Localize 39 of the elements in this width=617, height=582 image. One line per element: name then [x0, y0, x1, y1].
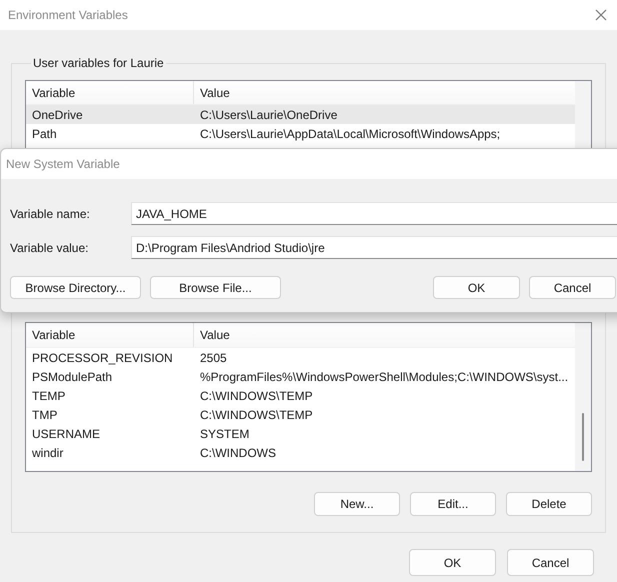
button[interactable]: Edit... — [410, 492, 496, 516]
variable-value: C:\Users\Laurie\AppData\Local\Microsoft\WindowsApps; — [199, 126, 500, 142]
variable-name: windir — [31, 444, 64, 462]
button[interactable]: New... — [314, 492, 400, 516]
variable-value: SYSTEM — [199, 426, 250, 442]
button[interactable]: Cancel — [507, 549, 594, 576]
field-label: Variable value: — [9, 240, 90, 256]
variable-value: C:\WINDOWS — [199, 444, 276, 462]
button[interactable]: Delete — [506, 492, 592, 516]
column-header[interactable]: Variable — [26, 323, 194, 347]
dialog-title: New System Variable — [6, 156, 120, 173]
column-header[interactable]: Value — [194, 81, 575, 104]
button[interactable]: Browse File... — [150, 276, 281, 299]
variable-value: C:\WINDOWS\TEMP — [199, 388, 313, 404]
button[interactable]: Browse Directory... — [10, 276, 141, 299]
variable-value: C:\WINDOWS\TEMP — [199, 406, 313, 424]
variable-name: OneDrive — [31, 106, 84, 124]
variable-name: PSModulePath — [31, 368, 114, 386]
list-row[interactable]: OneDrive C:\Users\Laurie\OneDrive — [26, 105, 575, 124]
variable-value: %ProgramFiles%\WindowsPowerShell\Modules;C:\WINDOWS\syst... — [199, 368, 568, 386]
variable-value: C:\Users\Laurie\OneDrive — [199, 106, 338, 124]
button[interactable]: OK — [409, 549, 496, 576]
variable-name: TMP — [31, 406, 58, 424]
group-title: User variables for Laurie — [32, 55, 165, 72]
variable-name: PROCESSOR_REVISION — [31, 350, 174, 366]
variable-name: USERNAME — [31, 426, 102, 442]
button[interactable]: OK — [433, 276, 520, 299]
window-title: Environment Variables — [8, 7, 128, 24]
column-header[interactable]: Variable — [26, 81, 194, 104]
variable-value: 2505 — [199, 350, 227, 366]
input-field[interactable]: D:\Program Files\Andriod Studio\jre — [131, 236, 617, 259]
input-field[interactable]: JAVA_HOME — [131, 202, 617, 225]
scrollbar[interactable] — [575, 323, 591, 471]
field-label: Variable name: — [9, 206, 91, 222]
column-header[interactable]: Value — [194, 323, 575, 347]
close-icon[interactable] — [595, 9, 607, 21]
button[interactable]: Cancel — [529, 276, 616, 299]
variable-name: TEMP — [31, 388, 66, 404]
variable-name: Path — [31, 126, 58, 142]
